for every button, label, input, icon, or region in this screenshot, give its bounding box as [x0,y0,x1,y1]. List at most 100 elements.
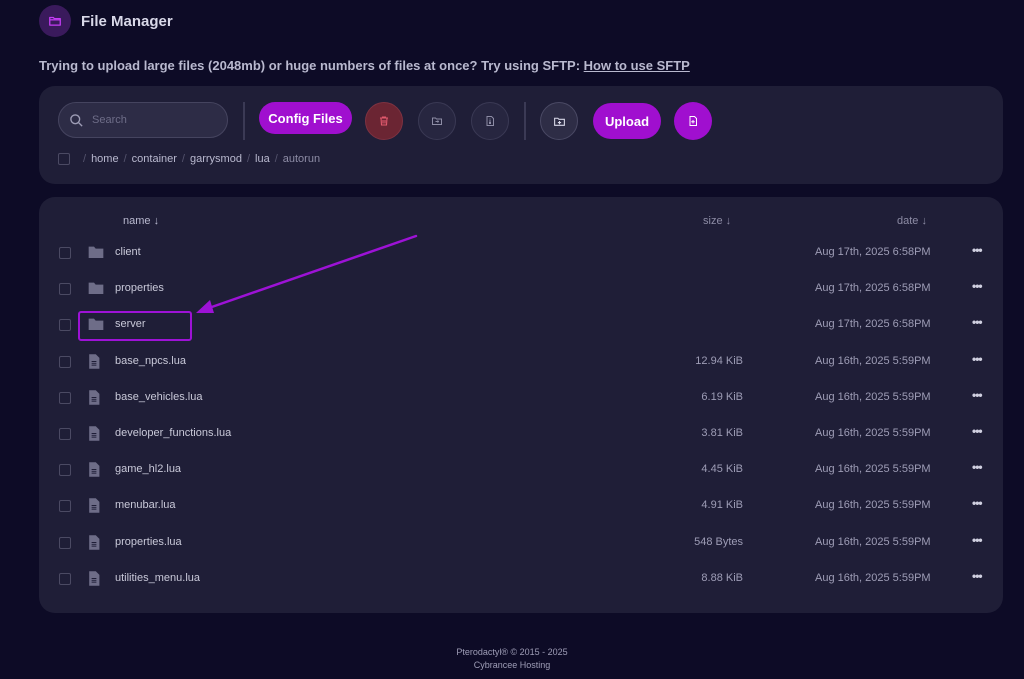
row-more-options-icon[interactable]: ••• [972,460,983,474]
row-more-options-icon[interactable]: ••• [972,279,983,293]
row-more-options-icon[interactable]: ••• [972,533,983,547]
row-checkbox[interactable] [59,319,71,332]
breadcrumb-garrysmod[interactable]: garrysmod [190,153,242,165]
row-date: Aug 17th, 2025 6:58PM [815,246,931,258]
row-size: 4.91 KiB [701,499,743,512]
delete-button[interactable] [365,102,403,140]
row-date: Aug 16th, 2025 5:59PM [815,499,931,512]
breadcrumb-home[interactable]: home [91,153,119,165]
breadcrumb-lua[interactable]: lua [255,153,270,165]
row-more-options-icon[interactable]: ••• [972,424,983,438]
row-date: Aug 16th, 2025 5:59PM [815,571,931,584]
file-row[interactable]: properties.lua 548 Bytes Aug 16th, 2025 5:… [39,525,1003,561]
row-date: Aug 16th, 2025 5:59PM [815,354,931,367]
file-row[interactable]: base_vehicles.lua 6.19 KiB Aug 16th, 2025 … [39,380,1003,416]
row-date: Aug 17th, 2025 6:58PM [815,282,931,295]
file-icon [88,498,100,518]
row-more-options-icon[interactable]: ••• [972,496,983,510]
row-name[interactable]: base_npcs.lua [115,355,186,367]
new-folder-icon [553,117,565,126]
file-archive-icon [486,116,494,126]
move-button[interactable] [418,102,456,140]
row-checkbox[interactable] [59,536,71,549]
row-size: 3.81 KiB [701,427,743,439]
footer: Pterodactyl® © 2015 - 2025 Cybrancee Hos… [0,646,1024,672]
file-icon [88,571,100,591]
row-checkbox[interactable] [59,283,71,296]
sftp-notice: Trying to upload large files (2048mb) or… [39,58,690,73]
toolbar-card: Config Files Upload / home / container /… [39,86,1003,184]
row-date: Aug 17th, 2025 6:58PM [815,318,931,331]
search-input[interactable] [90,113,214,127]
row-size: 12.94 KiB [695,354,743,367]
row-checkbox[interactable] [59,428,71,440]
new-folder-button[interactable] [540,102,578,140]
breadcrumb-container[interactable]: container [132,153,177,165]
row-date: Aug 16th, 2025 5:59PM [815,463,931,476]
row-checkbox[interactable] [59,572,71,585]
row-more-options-icon[interactable]: ••• [972,352,983,366]
row-size: 4.45 KiB [701,463,743,476]
page-header: File Manager [39,5,173,37]
file-row[interactable]: utilities_menu.lua 8.88 KiB Aug 16th, 2025… [39,561,1003,597]
row-name[interactable]: developer_functions.lua [115,427,231,439]
row-checkbox[interactable] [59,355,71,368]
breadcrumb: / home / container / garrysmod / lua / a… [58,153,320,165]
trash-icon [380,116,388,126]
row-name[interactable]: properties [115,282,164,294]
toolbar-divider [243,102,245,140]
file-icon [88,462,100,482]
upload-button[interactable]: Upload [593,103,661,139]
row-name[interactable]: base_vehicles.lua [115,391,202,403]
search-icon [70,113,83,127]
toolbar-divider [524,102,526,140]
folder-icon [88,281,104,300]
footer-copyright: Pterodactyl® © 2015 - 2025 [456,647,568,657]
search-box[interactable] [58,102,228,138]
file-icon [88,426,100,446]
file-icon [88,534,100,555]
file-icon [88,390,100,410]
page-title: File Manager [81,12,173,30]
row-date: Aug 16th, 2025 5:59PM [815,390,931,403]
row-name[interactable]: utilities_menu.lua [115,572,200,584]
file-row[interactable]: base_npcs.lua 12.94 KiB Aug 16th, 2025 5:5… [39,344,1003,380]
sftp-help-link[interactable]: How to use SFTP [584,58,690,73]
folder-icon [88,245,104,264]
row-more-options-icon[interactable]: ••• [972,315,983,329]
folder-row[interactable]: client Aug 17th, 2025 6:58PM ••• [39,235,1003,271]
footer-host: Cybrancee Hosting [473,660,551,670]
file-row[interactable]: menubar.lua 4.91 KiB Aug 16th, 2025 5:59PM… [39,488,1003,524]
row-size: 6.19 KiB [701,390,743,403]
row-checkbox[interactable] [59,464,71,477]
row-more-options-icon[interactable]: ••• [972,569,983,583]
row-name[interactable]: properties.lua [115,536,182,548]
column-header-date[interactable]: date ↓ [897,215,927,227]
row-more-options-icon[interactable]: ••• [972,388,983,402]
row-date: Aug 16th, 2025 5:59PM [815,535,931,548]
row-checkbox[interactable] [59,391,71,404]
file-list-card: name ↓ size ↓ date ↓ client Aug 17th, 202… [39,197,1003,613]
file-row[interactable]: game_hl2.lua 4.45 KiB Aug 16th, 2025 5:59P… [39,452,1003,488]
row-name[interactable]: client [115,246,141,258]
breadcrumb-autorun: autorun [282,153,321,165]
select-all-checkbox[interactable] [58,153,70,165]
row-checkbox[interactable] [59,247,71,259]
column-header-size[interactable]: size ↓ [703,215,731,227]
row-size: 548 Bytes [694,535,743,548]
new-file-icon [689,116,697,126]
file-row[interactable]: developer_functions.lua 3.81 KiB Aug 16th,… [39,416,1003,452]
row-name[interactable]: menubar.lua [115,499,176,511]
row-checkbox[interactable] [59,500,71,513]
config-files-button[interactable]: Config Files [259,102,352,134]
archive-button[interactable] [471,102,509,140]
file-icon [88,353,100,374]
sftp-notice-text: Trying to upload large files (2048mb) or… [39,58,584,73]
row-name[interactable]: game_hl2.lua [115,463,181,475]
column-header-name[interactable]: name ↓ [123,215,159,227]
row-more-options-icon[interactable]: ••• [972,243,983,257]
folder-row[interactable]: properties Aug 17th, 2025 6:58PM ••• [39,271,1003,307]
folder-move-icon [432,117,442,125]
new-file-button[interactable] [674,102,712,140]
row-date: Aug 16th, 2025 5:59PM [815,427,931,439]
